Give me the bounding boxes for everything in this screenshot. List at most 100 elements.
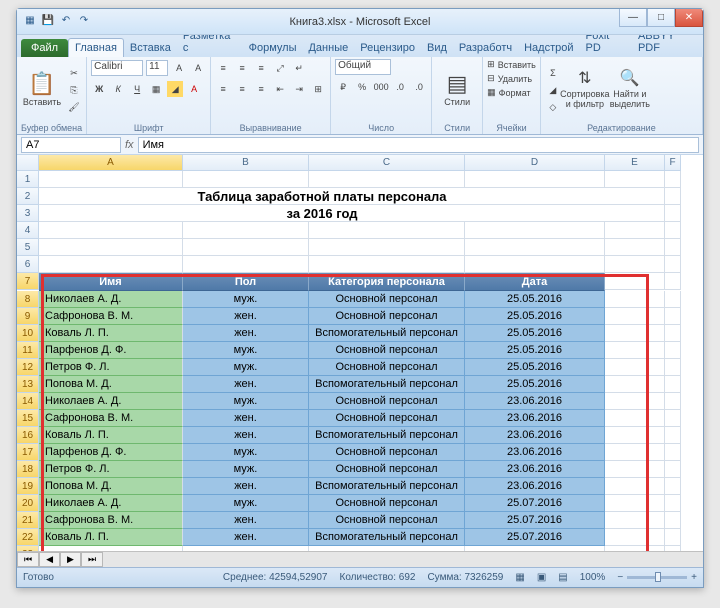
data-gender-cell[interactable]: муж. — [183, 444, 309, 461]
view-layout-icon[interactable]: ▣ — [537, 572, 546, 583]
fill-icon[interactable]: ◢ — [545, 82, 561, 98]
data-category-cell[interactable]: Вспомогательный персонал — [309, 427, 465, 444]
sheet-nav-next[interactable]: ▶ — [60, 552, 81, 567]
cell-E22[interactable] — [605, 529, 665, 546]
data-name-cell[interactable]: Петров Ф. Л. — [39, 359, 183, 376]
cell-A4[interactable] — [39, 222, 183, 239]
column-header-D[interactable]: D — [465, 155, 605, 171]
cell-F9[interactable] — [665, 308, 681, 325]
inc-decimal-icon[interactable]: .0 — [392, 79, 408, 95]
tab-formulas[interactable]: Формулы — [243, 39, 303, 57]
cell-F18[interactable] — [665, 461, 681, 478]
data-category-cell[interactable]: Основной персонал — [309, 495, 465, 512]
cell-F17[interactable] — [665, 444, 681, 461]
cell-E12[interactable] — [605, 359, 665, 376]
format-cells-button[interactable]: ▦Формат — [487, 87, 531, 98]
data-gender-cell[interactable]: жен. — [183, 512, 309, 529]
cell-F10[interactable] — [665, 325, 681, 342]
cell-F6[interactable] — [665, 256, 681, 273]
data-gender-cell[interactable]: жен. — [183, 478, 309, 495]
row-header-17[interactable]: 17 — [17, 444, 39, 461]
cell-E6[interactable] — [605, 256, 665, 273]
zoom-slider[interactable]: − + — [617, 572, 697, 583]
cell-B23[interactable] — [183, 546, 309, 551]
row-header-3[interactable]: 3 — [17, 205, 39, 222]
cell-E8[interactable] — [605, 291, 665, 308]
data-name-cell[interactable]: Сафронова В. М. — [39, 410, 183, 427]
bold-button[interactable]: Ж — [91, 81, 107, 97]
data-category-cell[interactable]: Основной персонал — [309, 291, 465, 308]
data-date-cell[interactable]: 25.07.2016 — [465, 495, 605, 512]
align-middle-icon[interactable]: ≡ — [234, 60, 250, 76]
tab-insert[interactable]: Вставка — [124, 39, 177, 57]
cell-F21[interactable] — [665, 512, 681, 529]
tab-addins[interactable]: Надстрой — [518, 39, 579, 57]
data-name-cell[interactable]: Николаев А. Д. — [39, 495, 183, 512]
cell-E14[interactable] — [605, 393, 665, 410]
data-date-cell[interactable]: 23.06.2016 — [465, 393, 605, 410]
data-date-cell[interactable]: 25.05.2016 — [465, 291, 605, 308]
data-date-cell[interactable]: 23.06.2016 — [465, 410, 605, 427]
column-header-C[interactable]: C — [309, 155, 465, 171]
fill-color-icon[interactable]: ◢ — [167, 81, 183, 97]
data-name-cell[interactable]: Коваль Л. П. — [39, 529, 183, 546]
comma-icon[interactable]: 000 — [373, 79, 389, 95]
font-size-combo[interactable]: 11 — [146, 60, 168, 76]
cell-E11[interactable] — [605, 342, 665, 359]
data-category-cell[interactable]: Вспомогательный персонал — [309, 376, 465, 393]
row-header-15[interactable]: 15 — [17, 410, 39, 427]
data-name-cell[interactable]: Попова М. Д. — [39, 478, 183, 495]
cell-E19[interactable] — [605, 478, 665, 495]
cell-F16[interactable] — [665, 427, 681, 444]
cell-E7[interactable] — [605, 273, 665, 290]
data-name-cell[interactable]: Попова М. Д. — [39, 376, 183, 393]
cell-E1[interactable] — [605, 171, 665, 188]
column-header-B[interactable]: B — [183, 155, 309, 171]
indent-inc-icon[interactable]: ⇥ — [291, 81, 307, 97]
column-header-E[interactable]: E — [605, 155, 665, 171]
data-name-cell[interactable]: Сафронова В. М. — [39, 308, 183, 325]
find-select-button[interactable]: 🔍 Найти и выделить — [609, 62, 651, 118]
row-header-18[interactable]: 18 — [17, 461, 39, 478]
data-gender-cell[interactable]: муж. — [183, 359, 309, 376]
align-center-icon[interactable]: ≡ — [234, 81, 250, 97]
styles-button[interactable]: ▤ Стили — [436, 62, 478, 118]
cell-F3[interactable] — [665, 205, 681, 222]
data-category-cell[interactable]: Основной персонал — [309, 393, 465, 410]
data-date-cell[interactable]: 25.05.2016 — [465, 325, 605, 342]
data-gender-cell[interactable]: муж. — [183, 495, 309, 512]
row-header-22[interactable]: 22 — [17, 529, 39, 546]
maximize-button[interactable]: □ — [647, 9, 675, 27]
worksheet-area[interactable]: ABCDEF12Таблица заработной платы персона… — [17, 155, 703, 551]
cell-F8[interactable] — [665, 291, 681, 308]
data-gender-cell[interactable]: жен. — [183, 410, 309, 427]
data-gender-cell[interactable]: муж. — [183, 342, 309, 359]
orientation-icon[interactable]: ⤢ — [272, 60, 288, 76]
cell-F15[interactable] — [665, 410, 681, 427]
row-header-23[interactable]: 23 — [17, 546, 39, 551]
cell-B5[interactable] — [183, 239, 309, 256]
minimize-button[interactable]: — — [619, 9, 647, 27]
data-name-cell[interactable]: Парфенов Д. Ф. — [39, 444, 183, 461]
cell-E17[interactable] — [605, 444, 665, 461]
row-header-14[interactable]: 14 — [17, 393, 39, 410]
align-bottom-icon[interactable]: ≡ — [253, 60, 269, 76]
data-category-cell[interactable]: Вспомогательный персонал — [309, 325, 465, 342]
align-left-icon[interactable]: ≡ — [215, 81, 231, 97]
merge-icon[interactable]: ⊞ — [310, 81, 326, 97]
table-header-3[interactable]: Дата — [465, 273, 605, 291]
cell-E16[interactable] — [605, 427, 665, 444]
row-header-2[interactable]: 2 — [17, 188, 39, 205]
cell-E3[interactable] — [605, 205, 665, 222]
copy-icon[interactable]: ⎘ — [66, 82, 82, 98]
data-date-cell[interactable]: 25.05.2016 — [465, 359, 605, 376]
cell-D4[interactable] — [465, 222, 605, 239]
data-date-cell[interactable]: 25.05.2016 — [465, 376, 605, 393]
data-name-cell[interactable]: Николаев А. Д. — [39, 393, 183, 410]
view-break-icon[interactable]: ▤ — [558, 572, 567, 583]
cell-E13[interactable] — [605, 376, 665, 393]
data-category-cell[interactable]: Вспомогательный персонал — [309, 478, 465, 495]
data-category-cell[interactable]: Основной персонал — [309, 461, 465, 478]
cell-E23[interactable] — [605, 546, 665, 551]
data-category-cell[interactable]: Основной персонал — [309, 359, 465, 376]
